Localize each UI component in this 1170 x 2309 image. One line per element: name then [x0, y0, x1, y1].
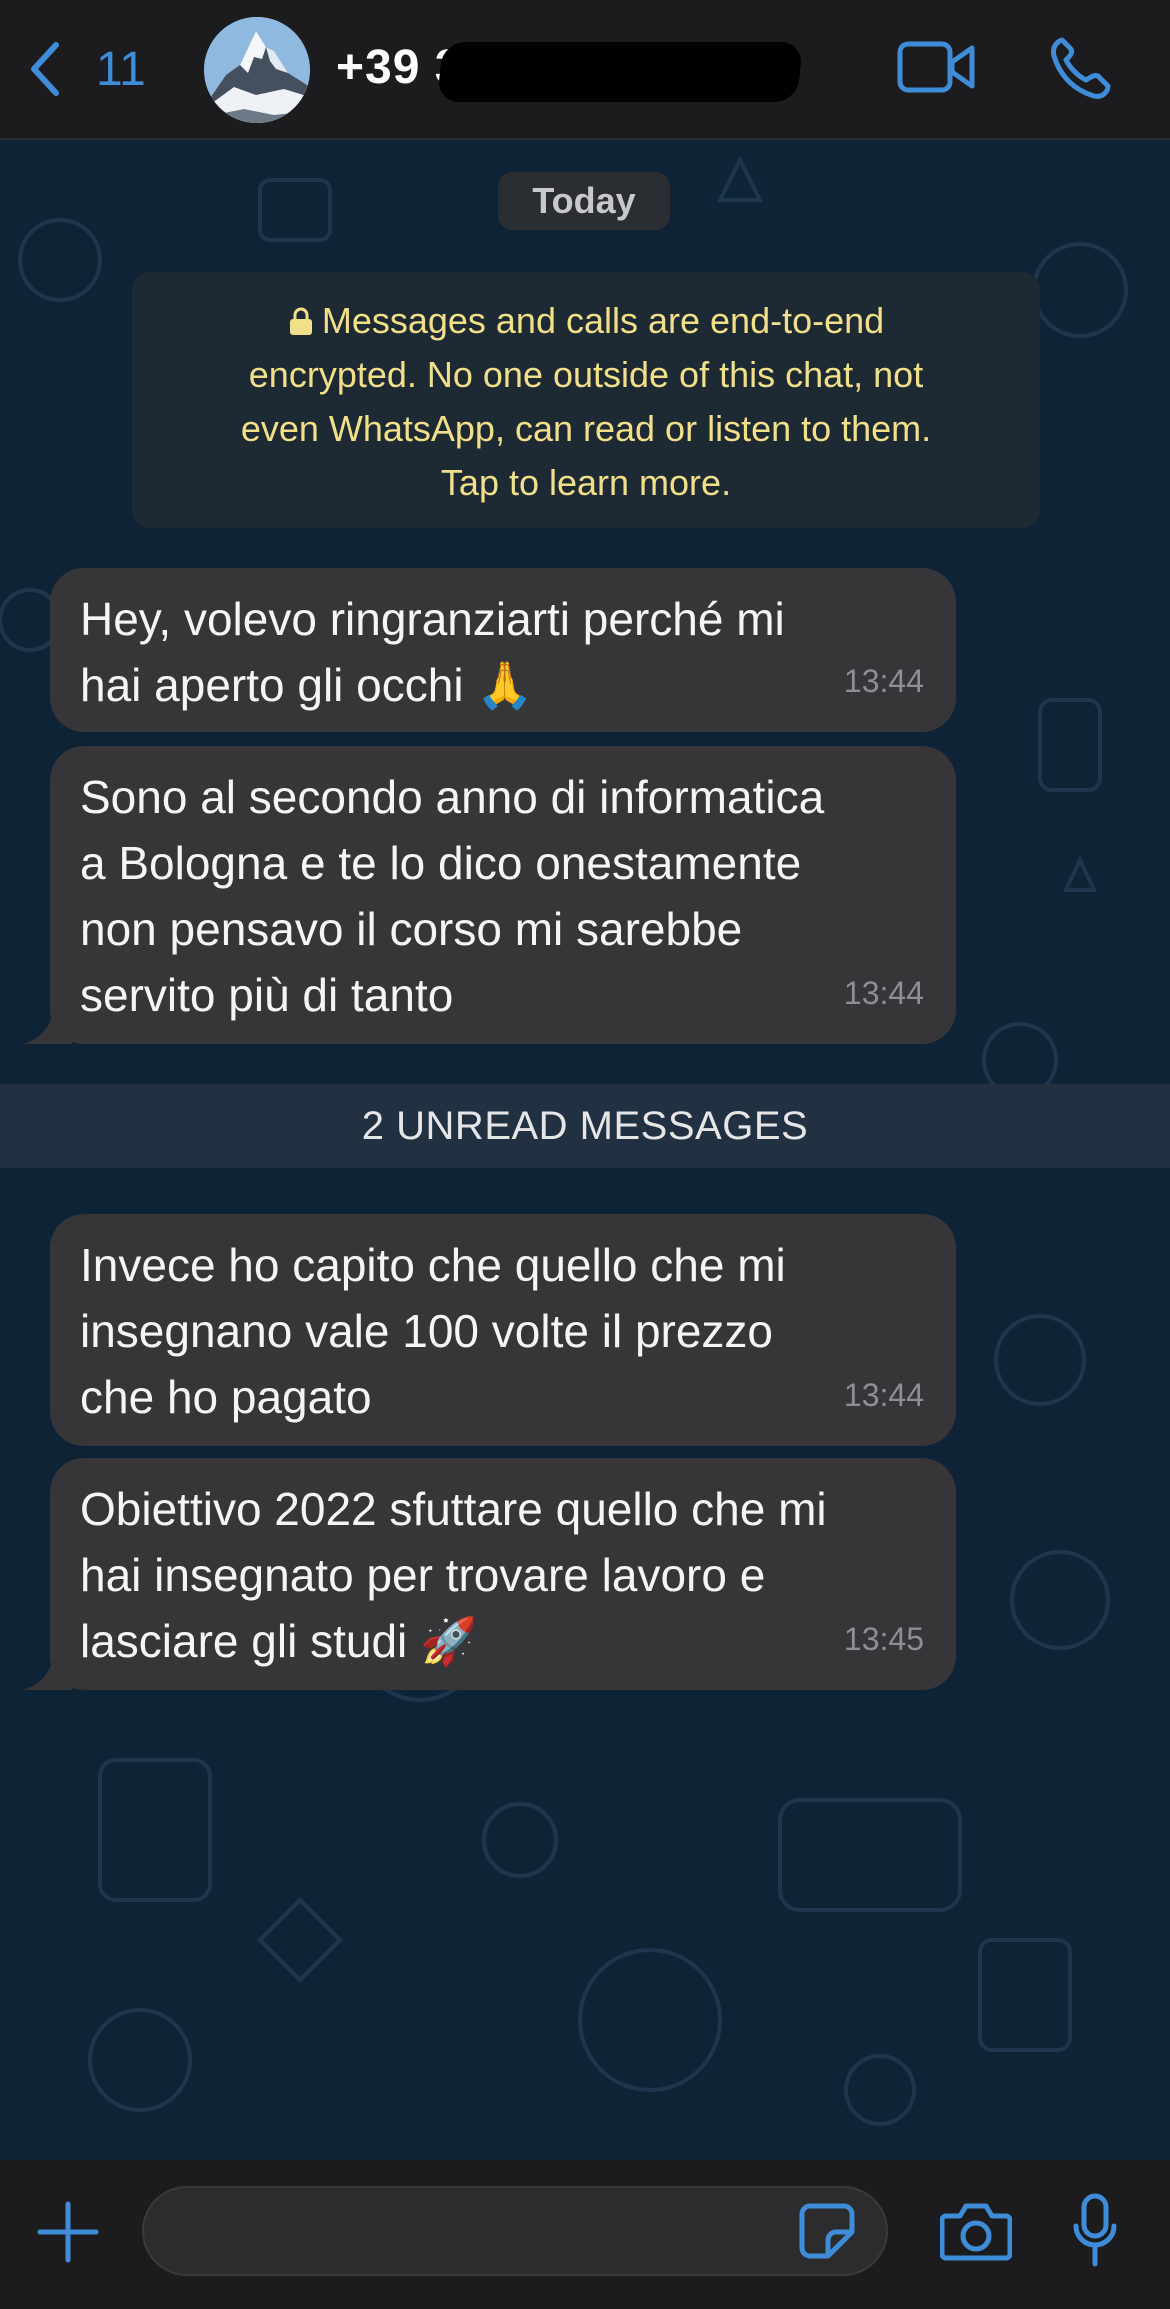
- message-line: insegnano vale 100 volte il prezzo: [80, 1305, 774, 1357]
- message-line: lasciare gli studi 🚀: [80, 1615, 478, 1667]
- message-time: 13:44: [843, 1377, 924, 1413]
- chat-area[interactable]: Today Messages and calls are end-to-end …: [0, 140, 1170, 2160]
- encryption-line-4: Tap to learn more.: [440, 462, 732, 503]
- encryption-line-3: even WhatsApp, can read or listen to the…: [240, 408, 932, 449]
- message-line: che ho pagato: [80, 1371, 372, 1423]
- message-line: hai aperto gli occhi 🙏: [80, 659, 534, 711]
- mountain-avatar-image: [204, 17, 310, 123]
- unread-divider: 2 UNREAD MESSAGES: [0, 1084, 1170, 1168]
- message-line: Obiettivo 2022 sfuttare quello che mi: [80, 1483, 827, 1535]
- message-bubble[interactable]: Sono al secondo anno di informatica a Bo…: [50, 746, 956, 1044]
- sticker-icon[interactable]: [798, 2202, 856, 2260]
- plus-icon[interactable]: [36, 2200, 100, 2264]
- message-line: Sono al secondo anno di informatica: [80, 771, 825, 823]
- redacted-number-overlay: [436, 42, 804, 102]
- composer-bar: [0, 2160, 1170, 2309]
- phone-icon[interactable]: [1048, 34, 1112, 102]
- message-line: Hey, volevo ringranziarti perché mi: [80, 593, 785, 645]
- video-camera-icon[interactable]: [896, 36, 976, 98]
- camera-icon[interactable]: [940, 2200, 1012, 2262]
- back-button[interactable]: 11: [26, 34, 156, 104]
- message-line: a Bologna e te lo dico onestamente: [80, 837, 802, 889]
- day-separator: Today: [498, 172, 670, 230]
- message-line: hai insegnato per trovare lavoro e: [80, 1549, 766, 1601]
- chat-header: 11 +39 3: [0, 0, 1170, 140]
- bubble-tail: [22, 1006, 72, 1044]
- message-bubble[interactable]: Obiettivo 2022 sfuttare quello che mi ha…: [50, 1458, 956, 1690]
- encryption-line-2: encrypted. No one outside of this chat, …: [248, 354, 924, 395]
- unread-chats-count: 11: [96, 42, 146, 96]
- message-input[interactable]: [142, 2186, 888, 2276]
- bubble-tail: [22, 1652, 72, 1690]
- message-line: servito più di tanto: [80, 969, 454, 1021]
- encryption-line-1: Messages and calls are end-to-end: [321, 300, 885, 341]
- chevron-left-icon: [31, 42, 59, 96]
- encryption-notice[interactable]: Messages and calls are end-to-end encryp…: [132, 272, 1040, 528]
- message-bubble[interactable]: Hey, volevo ringranziarti perché mi hai …: [50, 568, 956, 732]
- message-time: 13:44: [843, 975, 924, 1011]
- message-line: Invece ho capito che quello che mi: [80, 1239, 786, 1291]
- message-line: non pensavo il corso mi sarebbe: [80, 903, 743, 955]
- message-bubble[interactable]: Invece ho capito che quello che mi inseg…: [50, 1214, 956, 1446]
- message-time: 13:44: [843, 663, 924, 699]
- avatar[interactable]: [204, 17, 310, 123]
- microphone-icon[interactable]: [1072, 2192, 1118, 2268]
- message-time: 13:45: [843, 1621, 924, 1657]
- lock-icon: [288, 294, 314, 348]
